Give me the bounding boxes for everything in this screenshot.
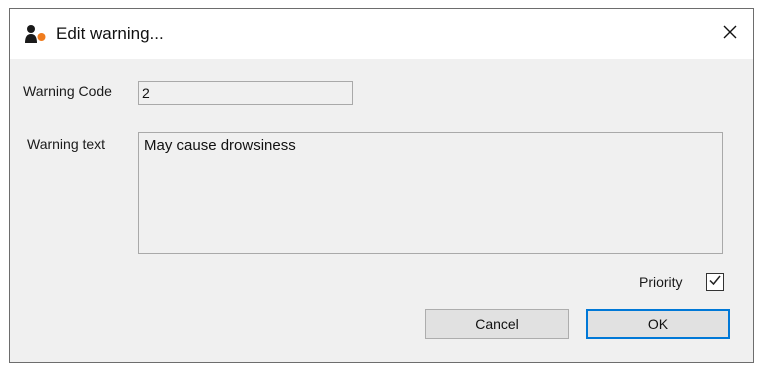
- ok-button[interactable]: OK: [586, 309, 730, 339]
- priority-checkbox[interactable]: [706, 273, 724, 291]
- warning-code-field[interactable]: [138, 81, 353, 105]
- window-title: Edit warning...: [56, 24, 164, 43]
- close-icon: [722, 24, 738, 45]
- close-button[interactable]: [707, 9, 753, 59]
- edit-warning-dialog: Edit warning... Warning Code Warning tex…: [9, 8, 754, 363]
- dialog-content: Warning Code Warning text May cause drow…: [10, 59, 753, 362]
- app-figure-icon: [23, 24, 47, 44]
- warning-code-label: Warning Code: [23, 83, 112, 99]
- cancel-button[interactable]: Cancel: [425, 309, 569, 339]
- warning-text-field[interactable]: May cause drowsiness: [138, 132, 723, 254]
- checkmark-icon: [708, 273, 722, 292]
- priority-label: Priority: [639, 274, 683, 290]
- title-bar[interactable]: Edit warning...: [10, 9, 753, 59]
- warning-text-label: Warning text: [27, 136, 106, 152]
